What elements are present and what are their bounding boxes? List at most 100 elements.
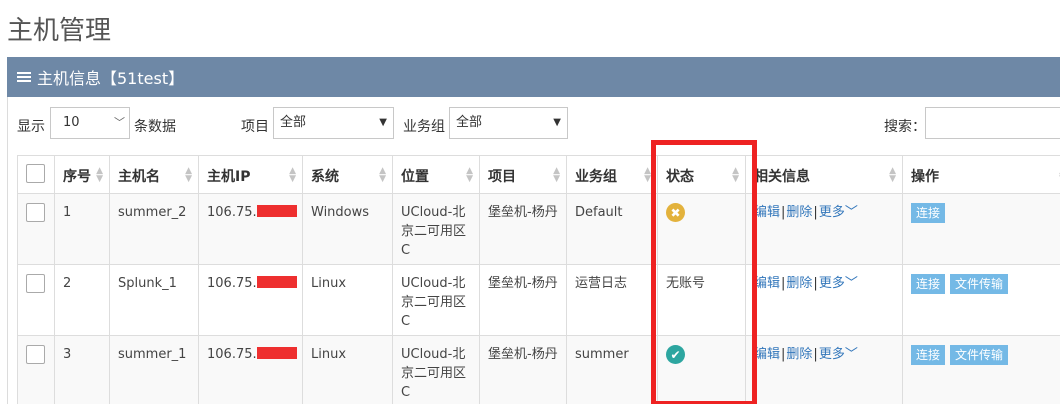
checkmark-status-icon: ✔	[666, 345, 685, 364]
cell-hostname: summer_1	[109, 335, 199, 404]
sort-icon: ▲▼	[289, 166, 296, 184]
project-filter-value: 全部	[280, 115, 307, 130]
redaction-bar	[256, 205, 297, 217]
column-header[interactable]: 状态 ▲ ▼	[657, 155, 746, 194]
page-size-value: 10	[63, 115, 80, 130]
ip-prefix: 106.75.	[207, 205, 257, 220]
cell-location: UCloud-北京二可用区C	[392, 335, 480, 404]
project-filter-select[interactable]: 全部 ▼	[273, 107, 394, 139]
cell-group: 运营日志	[566, 264, 658, 336]
edit-link[interactable]: 编辑	[754, 205, 780, 220]
column-header[interactable]: 业务组 ▲ ▼	[566, 155, 658, 194]
delete-link[interactable]: 删除	[786, 205, 812, 220]
more-link[interactable]: 更多﹀	[819, 276, 858, 291]
chevron-down-icon: ﹀	[844, 276, 858, 291]
chevron-down-icon: ﹀	[114, 116, 125, 129]
cell-actions: 连接	[902, 193, 1060, 265]
file-transfer-button[interactable]: 文件传输	[950, 345, 1009, 365]
sort-icon: ▲▼	[185, 166, 192, 184]
sort-icon: ▲▼	[379, 166, 386, 184]
row-select-cell	[17, 193, 55, 265]
cell-hostname: Splunk_1	[109, 264, 199, 336]
cell-project: 堡垒机-杨丹	[479, 335, 567, 404]
column-header[interactable]: 位置 ▲ ▼	[392, 155, 480, 194]
table-header-row: 序号 ▲ ▼ 主机名 ▲ ▼ 主机IP ▲ ▼ 系统 ▲ ▼ 位置 ▲ ▼ 项目 ▲ ▼ 业务组 ▲ ▼ 状…	[17, 155, 1060, 194]
cell-hostname: summer_2	[109, 193, 199, 265]
cell-index: 2	[54, 264, 110, 336]
show-label: 显示	[17, 119, 45, 135]
select-all-checkbox[interactable]	[26, 164, 45, 183]
cell-group: summer	[566, 335, 658, 404]
group-filter-label: 业务组	[403, 119, 445, 135]
redaction-bar	[256, 276, 297, 288]
cell-os: Linux	[302, 264, 393, 336]
page-size-select[interactable]: 10 ﹀	[50, 107, 130, 139]
delete-link[interactable]: 删除	[786, 347, 812, 362]
panel-title: 主机信息【51test】	[37, 69, 185, 88]
sort-icon: ▲▼	[553, 166, 560, 184]
row-checkbox[interactable]	[26, 203, 45, 222]
sort-icon: ▲▼	[96, 166, 103, 184]
host-table: 序号 ▲ ▼ 主机名 ▲ ▼ 主机IP ▲ ▼ 系统 ▲ ▼ 位置 ▲ ▼ 项目 ▲ ▼ 业务组 ▲ ▼ 状…	[17, 155, 1060, 404]
connect-button[interactable]: 连接	[911, 274, 946, 294]
search-input[interactable]	[925, 107, 1060, 139]
table-row: 1 summer_2 106.75. Windows UCloud-北京二可用区…	[17, 193, 1060, 265]
redaction-bar	[256, 347, 297, 359]
cell-ip: 106.75.	[198, 264, 303, 336]
table-controls: 显示 10 ﹀ 条数据 项目 全部 ▼ 业务组 全部 ▼ 搜索：	[8, 97, 1060, 153]
row-checkbox[interactable]	[26, 274, 45, 293]
row-select-cell	[17, 335, 55, 404]
project-filter-label: 项目	[241, 119, 269, 135]
cell-related: 编辑|删除|更多﹀	[745, 335, 903, 404]
caret-down-icon: ▼	[553, 117, 561, 128]
row-checkbox[interactable]	[26, 345, 45, 364]
cell-project: 堡垒机-杨丹	[479, 193, 567, 265]
sort-icon: ▲▼	[466, 166, 473, 184]
more-link[interactable]: 更多﹀	[819, 205, 858, 220]
column-header[interactable]: 项目 ▲ ▼	[479, 155, 567, 194]
cell-index: 1	[54, 193, 110, 265]
select-all-cell	[17, 155, 55, 194]
edit-link[interactable]: 编辑	[754, 276, 780, 291]
error-status-icon: ✖	[666, 203, 685, 222]
more-link[interactable]: 更多﹀	[819, 347, 858, 362]
chevron-down-icon: ﹀	[844, 205, 858, 220]
sort-icon: ▲▼	[644, 166, 651, 184]
cell-related: 编辑|删除|更多﹀	[745, 193, 903, 265]
panel-body: 显示 10 ﹀ 条数据 项目 全部 ▼ 业务组 全部 ▼ 搜索： 序号 ▲ ▼ 主机…	[7, 97, 1060, 404]
cell-project: 堡垒机-杨丹	[479, 264, 567, 336]
search-label: 搜索：	[884, 119, 926, 135]
caret-down-icon: ▼	[379, 117, 387, 128]
cell-ip: 106.75.	[198, 335, 303, 404]
connect-button[interactable]: 连接	[911, 345, 946, 365]
column-header[interactable]: 序号 ▲ ▼	[54, 155, 110, 194]
table-row: 2 Splunk_1 106.75. Linux UCloud-北京二可用区C …	[17, 264, 1060, 336]
sort-icon: ▲▼	[732, 166, 739, 184]
cell-status: 无账号	[657, 264, 746, 336]
ip-prefix: 106.75.	[207, 276, 257, 291]
ip-prefix: 106.75.	[207, 347, 257, 362]
table-row: 3 summer_1 106.75. Linux UCloud-北京二可用区C …	[17, 335, 1060, 404]
delete-link[interactable]: 删除	[786, 276, 812, 291]
column-header[interactable]: 主机名 ▲ ▼	[109, 155, 199, 194]
cell-group: Default	[566, 193, 658, 265]
column-header[interactable]: 系统 ▲ ▼	[302, 155, 393, 194]
page-title: 主机管理	[7, 16, 112, 46]
column-header[interactable]: 操作▲▼	[902, 155, 1060, 194]
file-transfer-button[interactable]: 文件传输	[950, 274, 1009, 294]
cell-location: UCloud-北京二可用区C	[392, 264, 480, 336]
sort-icon: ▲▼	[889, 166, 896, 184]
column-header[interactable]: 相关信息 ▲ ▼	[745, 155, 903, 194]
connect-button[interactable]: 连接	[911, 203, 946, 223]
cell-index: 3	[54, 335, 110, 404]
cell-status: ✔	[657, 335, 746, 404]
row-select-cell	[17, 264, 55, 336]
cell-actions: 连接 文件传输	[902, 335, 1060, 404]
group-filter-select[interactable]: 全部 ▼	[449, 107, 568, 139]
column-header[interactable]: 主机IP ▲ ▼	[198, 155, 303, 194]
server-list-icon	[17, 72, 31, 82]
cell-actions: 连接 文件传输	[902, 264, 1060, 336]
cell-ip: 106.75.	[198, 193, 303, 265]
edit-link[interactable]: 编辑	[754, 347, 780, 362]
cell-os: Linux	[302, 335, 393, 404]
